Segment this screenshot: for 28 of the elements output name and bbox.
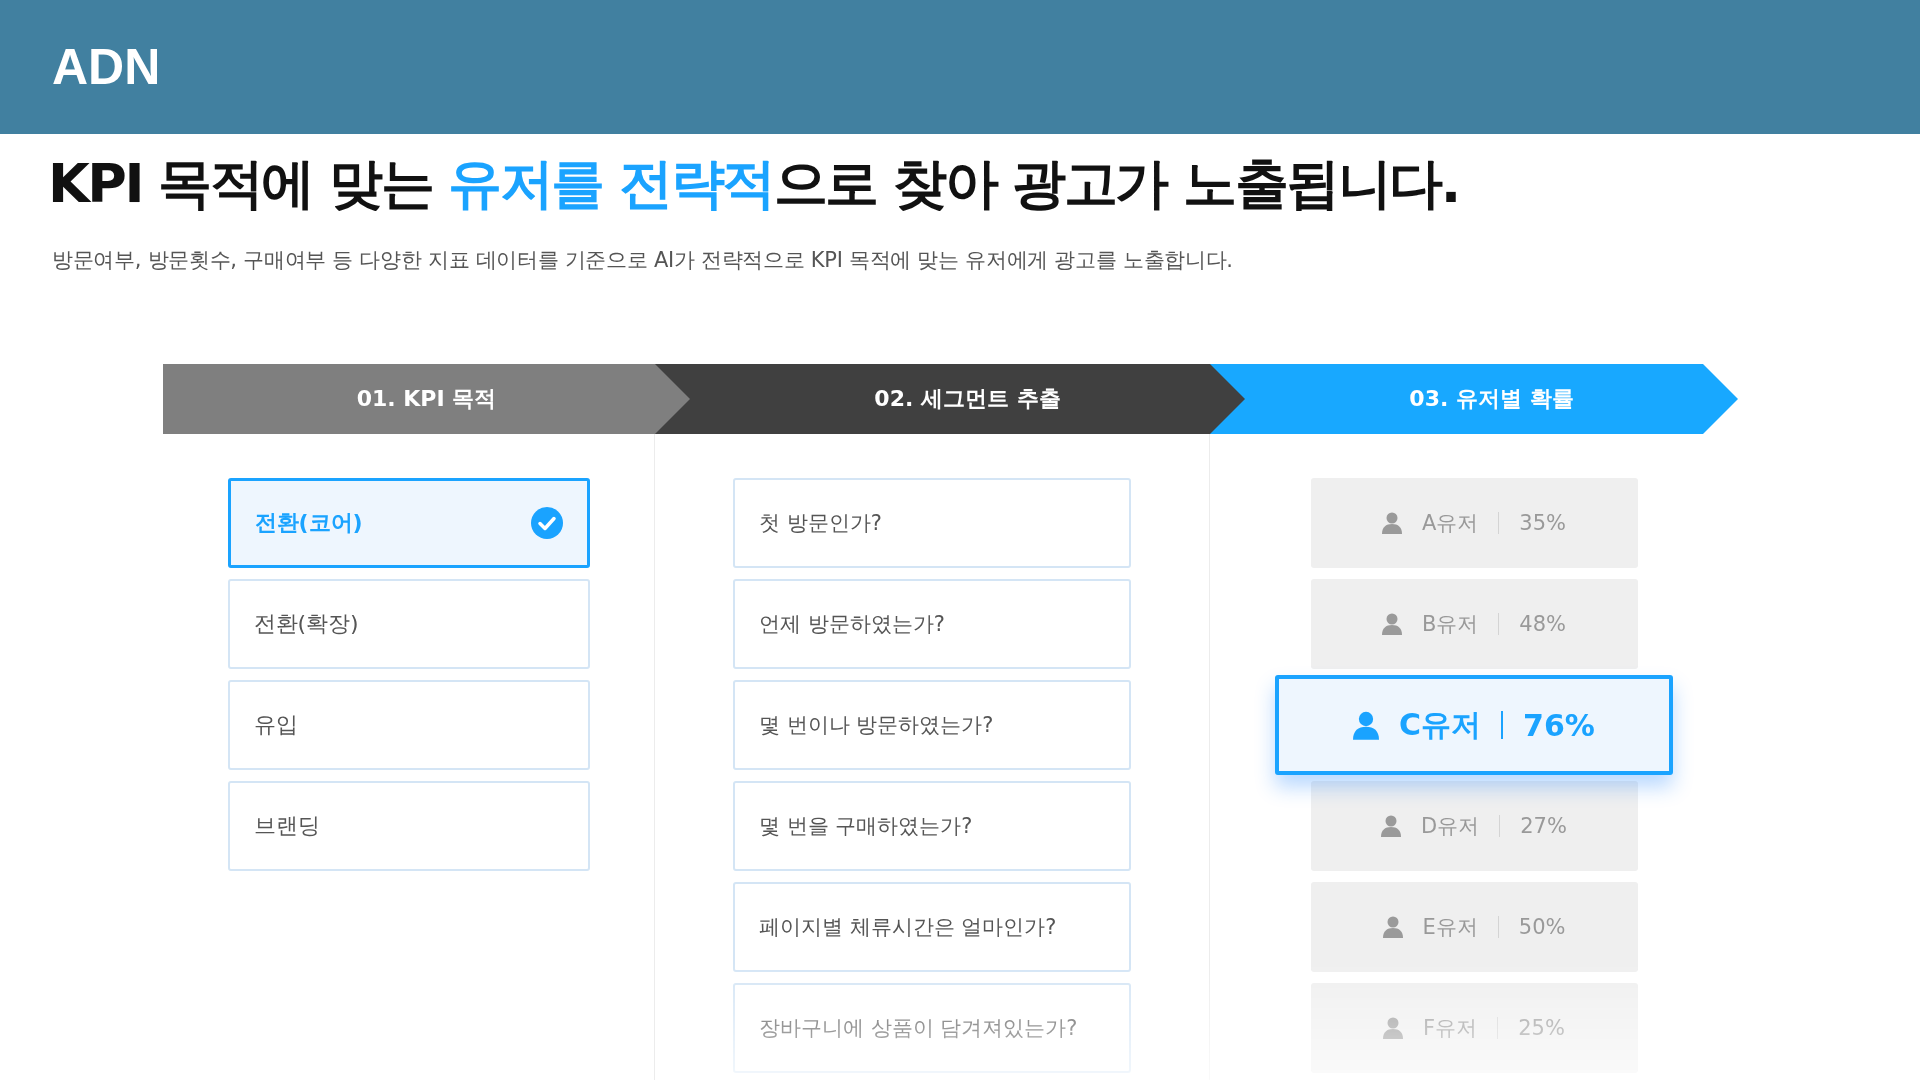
check-icon [530,507,563,539]
person-icon [1382,916,1403,938]
user-card: C유저 76% [1275,675,1673,775]
user-card: B유저 48% [1310,579,1638,669]
headline: KPI 목적에 맞는 유저를 전략적으로 찾아 광고가 노출됩니다. [48,151,1460,217]
person-icon [1381,512,1402,534]
user-card: E유저 50% [1310,882,1638,972]
segment-question: 장바구니에 상품이 담겨져있는가? [733,983,1131,1073]
person-icon [1381,815,1402,837]
kpi-option[interactable]: 전환(확장) [227,579,590,669]
step-banner: 03. 유저별 확률 [1210,364,1738,434]
description: 방문여부, 방문횟수, 구매여부 등 다양한 지표 데이터를 기준으로 AI가 전략적으로 KPI 목적에 맞는 유저에게 광고를 노출합니다. [52,247,1234,274]
segment-question: 첫 방문인가? [733,478,1131,568]
logo: ADN [52,38,161,96]
person-icon [1381,613,1402,635]
person-icon [1383,1017,1404,1039]
kpi-option[interactable]: 브랜딩 [227,781,590,871]
kpi-option[interactable]: 유입 [227,680,590,770]
person-icon [1353,710,1380,740]
step-banner: 01. KPI 목적 [163,364,690,434]
step-banner: 02. 세그먼트 추출 [655,364,1245,434]
segment-question: 언제 방문하였는가? [733,579,1131,669]
user-card: A유저 35% [1310,478,1638,568]
user-card: F유저 25% [1310,983,1638,1073]
segment-question: 페이지별 체류시간은 얼마인가? [733,882,1131,972]
segment-question: 몇 번이나 방문하였는가? [733,680,1131,770]
segment-question: 몇 번을 구매하였는가? [733,781,1131,871]
user-card: D유저 27% [1310,781,1638,871]
